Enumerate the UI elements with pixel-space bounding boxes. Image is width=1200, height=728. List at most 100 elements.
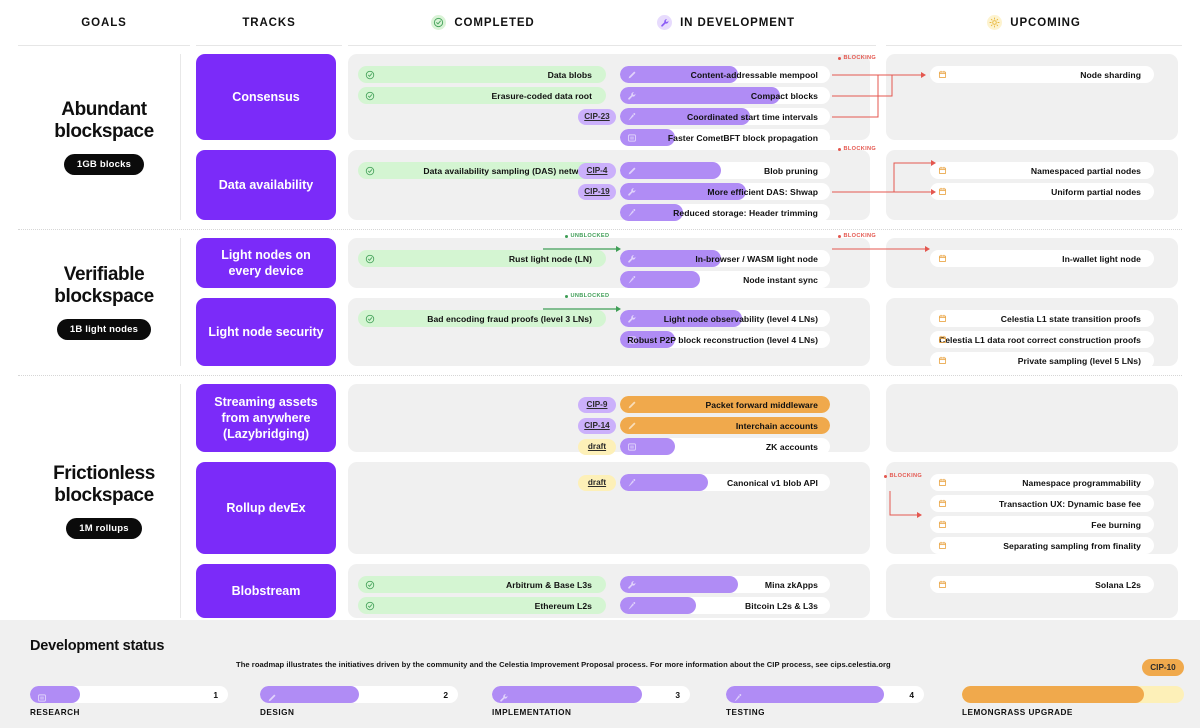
design-icon: [627, 70, 637, 80]
check-circle-icon: [365, 601, 375, 611]
draft-badge[interactable]: draft: [578, 474, 616, 491]
in-development-item[interactable]: More efficient DAS: Shwap: [620, 183, 830, 200]
in-development-item-label: Blob pruning: [763, 165, 818, 176]
legend-stage-research[interactable]: 1 RESEARCH: [30, 686, 228, 717]
upcoming-item-label: In-wallet light node: [1062, 253, 1141, 264]
lemongrass-caption: LEMONGRASS UPGRADE: [962, 708, 1073, 717]
in-development-item-label: Canonical v1 blob API: [727, 477, 818, 488]
column-header-tracks-label: TRACKS: [242, 16, 296, 29]
upcoming-item[interactable]: Node sharding: [930, 66, 1154, 83]
upcoming-item[interactable]: Celestia L1 state transition proofs: [930, 310, 1154, 327]
completed-item[interactable]: Ethereum L2s: [358, 597, 606, 614]
stage-progress-track: [260, 686, 458, 703]
upcoming-item[interactable]: Celestia L1 data root correct constructi…: [930, 331, 1154, 348]
in-development-item[interactable]: Faster CometBFT block propagation: [620, 129, 830, 146]
lemongrass-cip-badge[interactable]: CIP-10: [1142, 659, 1184, 676]
upcoming-item-label: Namespaced partial nodes: [1030, 165, 1141, 176]
legend-stage-design[interactable]: 2 DESIGN: [260, 686, 458, 717]
in-development-item[interactable]: Content-addressable mempool: [620, 66, 830, 83]
status-dot: [838, 234, 841, 238]
track-card[interactable]: Light node security: [196, 298, 336, 366]
cip-badge[interactable]: CIP-19: [578, 183, 616, 200]
legend-stage-testing[interactable]: 4 TESTING: [726, 686, 924, 717]
cip-badge[interactable]: CIP-23: [578, 108, 616, 125]
in-development-item[interactable]: Interchain accounts: [620, 417, 830, 434]
upcoming-item-label: Celestia L1 data root correct constructi…: [938, 334, 1141, 345]
track-card[interactable]: Rollup devEx: [196, 462, 336, 554]
upcoming-item[interactable]: Uniform partial nodes: [930, 183, 1154, 200]
upcoming-item-label: Transaction UX: Dynamic base fee: [998, 498, 1141, 509]
in-development-item-label: ZK accounts: [765, 441, 818, 452]
track-card[interactable]: Light nodes on every device: [196, 238, 336, 288]
in-development-item[interactable]: Robust P2P block reconstruction (level 4…: [620, 331, 830, 348]
track-row: Blobstream Arbitrum & Base L3s Ethereum L2…: [0, 564, 1200, 618]
completed-item[interactable]: Arbitrum & Base L3s: [358, 576, 606, 593]
in-development-item[interactable]: Blob pruning: [620, 162, 830, 179]
upcoming-item-label: Solana L2s: [1095, 579, 1141, 590]
pencil-icon: [267, 690, 277, 701]
in-development-item[interactable]: In-browser / WASM light node: [620, 250, 830, 267]
stage-number: 3: [675, 689, 680, 700]
in-development-item-label: Bitcoin L2s & L3s: [745, 600, 818, 611]
in-development-item[interactable]: Reduced storage: Header trimming: [620, 204, 830, 221]
legend-title: Development status: [30, 638, 165, 654]
in-development-item[interactable]: Compact blocks: [620, 87, 830, 104]
completed-item[interactable]: Erasure-coded data root: [358, 87, 606, 104]
upcoming-item[interactable]: Separating sampling from finality: [930, 537, 1154, 554]
completed-item-label: Data blobs: [547, 69, 592, 80]
in-development-item[interactable]: ZK accounts: [620, 438, 830, 455]
lemongrass-upgrade-bar[interactable]: CIP-10 LEMONGRASS UPGRADE: [962, 659, 1184, 717]
stage-number: 4: [909, 689, 914, 700]
upcoming-item[interactable]: Namespaced partial nodes: [930, 162, 1154, 179]
in-development-item[interactable]: Light node observability (level 4 LNs): [620, 310, 830, 327]
legend-description: The roadmap illustrates the initiatives …: [236, 660, 891, 669]
calendar-icon: [938, 499, 947, 508]
completed-item-label: Ethereum L2s: [534, 600, 592, 611]
completed-item[interactable]: Bad encoding fraud proofs (level 3 LNs): [358, 310, 606, 327]
cip-badge[interactable]: CIP-14: [578, 417, 616, 434]
track-card[interactable]: Consensus: [196, 54, 336, 140]
stage-progress-track: [30, 686, 228, 703]
upcoming-item[interactable]: Namespace programmability: [930, 474, 1154, 491]
cip-badge[interactable]: CIP-4: [578, 162, 616, 179]
upcoming-item-label: Celestia L1 state transition proofs: [1000, 313, 1141, 324]
in-development-item[interactable]: Canonical v1 blob API: [620, 474, 830, 491]
upcoming-item[interactable]: Transaction UX: Dynamic base fee: [930, 495, 1154, 512]
implementation-icon: [627, 580, 637, 590]
draft-badge[interactable]: draft: [578, 438, 616, 455]
implementation-icon: [627, 187, 637, 197]
sun-icon: [987, 15, 1003, 30]
completed-item[interactable]: Data availability sampling (DAS) network: [358, 162, 606, 179]
column-header-row: GOALS TRACKS COMPLETED IN DEVELOPMENT UP…: [0, 0, 1200, 46]
in-development-item-label: Light node observability (level 4 LNs): [663, 313, 818, 324]
upcoming-item[interactable]: Fee burning: [930, 516, 1154, 533]
upcoming-item[interactable]: Solana L2s: [930, 576, 1154, 593]
upcoming-item-label: Private sampling (level 5 LNs): [1017, 355, 1141, 366]
calendar-icon: [938, 70, 947, 79]
in-development-item[interactable]: Packet forward middleware: [620, 396, 830, 413]
calendar-icon: [938, 478, 947, 487]
calendar-icon: [938, 254, 947, 263]
legend-stage-implementation[interactable]: 3 IMPLEMENTATION: [492, 686, 690, 717]
completed-item[interactable]: Data blobs: [358, 66, 606, 83]
upcoming-item[interactable]: Private sampling (level 5 LNs): [930, 352, 1154, 369]
track-card[interactable]: Streaming assets from anywhere (Lazybrid…: [196, 384, 336, 452]
upcoming-item[interactable]: In-wallet light node: [930, 250, 1154, 267]
stage-progress-track: [726, 686, 924, 703]
check-circle-icon: [365, 91, 375, 101]
implementation-icon: [627, 91, 637, 101]
design-icon: [627, 166, 637, 176]
in-development-item[interactable]: Mina zkApps: [620, 576, 830, 593]
upcoming-lane: [886, 384, 1178, 452]
in-development-item[interactable]: Coordinated start time intervals: [620, 108, 830, 125]
in-development-item[interactable]: Node instant sync: [620, 271, 830, 288]
check-circle-icon: [431, 15, 447, 30]
cip-badge[interactable]: CIP-9: [578, 396, 616, 413]
in-development-item-label: Coordinated start time intervals: [686, 111, 818, 122]
track-card[interactable]: Data availability: [196, 150, 336, 220]
in-development-item[interactable]: Bitcoin L2s & L3s: [620, 597, 830, 614]
track-card[interactable]: Blobstream: [196, 564, 336, 618]
calendar-icon: [938, 541, 947, 550]
calendar-icon: [938, 314, 947, 323]
completed-item[interactable]: Rust light node (LN): [358, 250, 606, 267]
